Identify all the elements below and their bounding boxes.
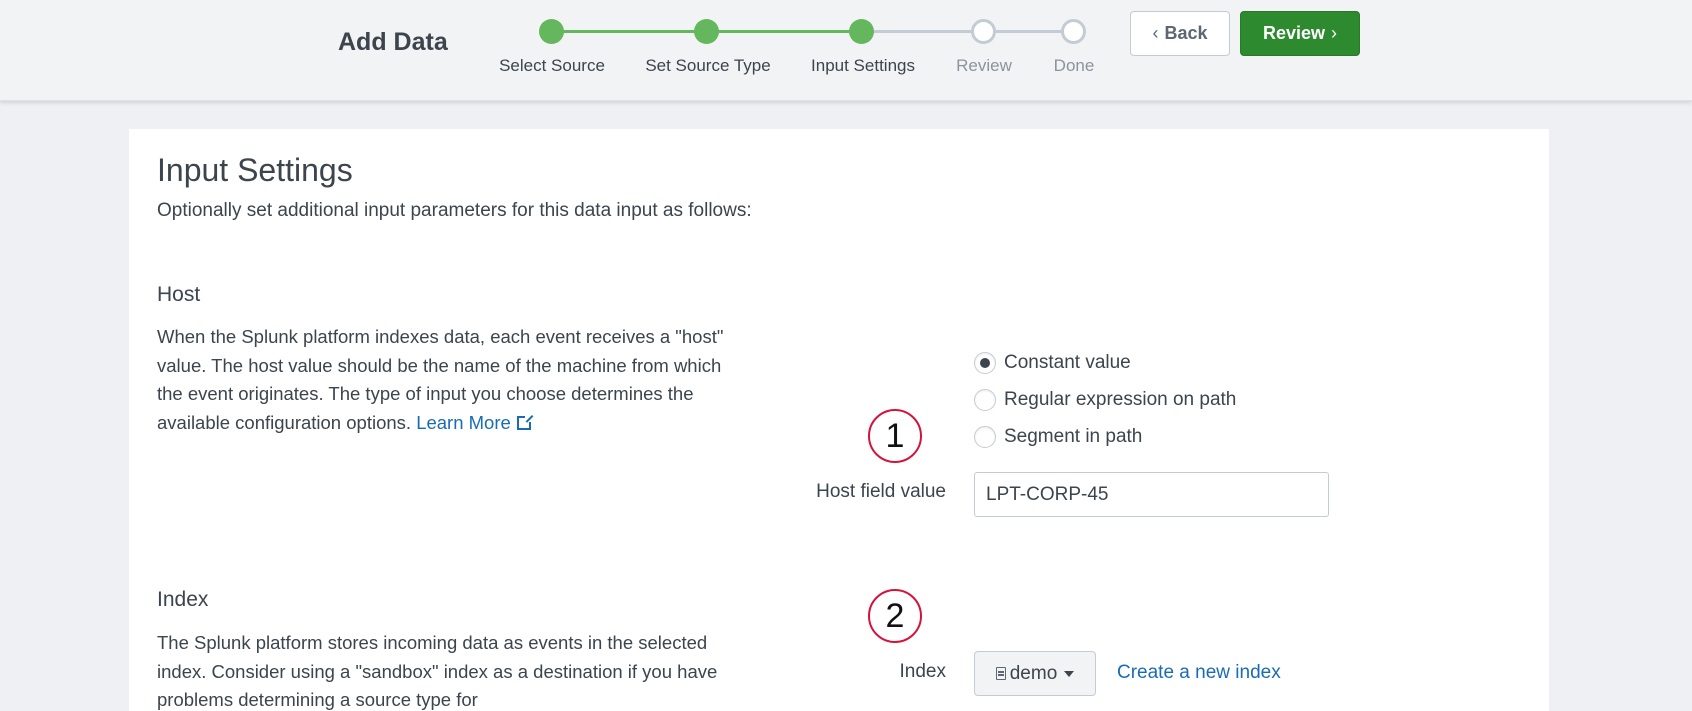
back-button[interactable]: ‹ Back bbox=[1130, 11, 1230, 56]
learn-more-link[interactable]: Learn More bbox=[416, 411, 533, 433]
index-description: The Splunk platform stores incoming data… bbox=[157, 632, 718, 710]
external-link-icon bbox=[516, 413, 533, 430]
host-option-segment-path[interactable]: Segment in path bbox=[974, 426, 1142, 448]
page-title: Input Settings bbox=[157, 152, 353, 188]
caret-down-icon bbox=[1064, 670, 1075, 677]
index-dropdown[interactable]: demo bbox=[974, 651, 1096, 696]
database-icon bbox=[995, 667, 1006, 680]
add-data-header: Add Data Select Source Set Source Type I… bbox=[0, 0, 1692, 101]
step-connector bbox=[552, 30, 710, 33]
index-field-label: Index bbox=[899, 661, 946, 682]
host-heading: Host bbox=[157, 283, 201, 306]
step-label-set-source-type: Set Source Type bbox=[645, 56, 771, 75]
host-field-input[interactable] bbox=[974, 472, 1329, 517]
step-dot-select-source bbox=[539, 19, 564, 44]
chevron-left-icon: ‹ bbox=[1152, 23, 1159, 43]
step-label-done: Done bbox=[1053, 56, 1095, 75]
step-dot-input-settings bbox=[849, 19, 874, 44]
review-button[interactable]: Review › bbox=[1240, 11, 1360, 56]
index-selected-value: demo bbox=[1009, 662, 1058, 684]
page-header-title: Add Data bbox=[338, 28, 448, 56]
host-option-regex-path[interactable]: Regular expression on path bbox=[974, 389, 1236, 411]
radio-button[interactable] bbox=[974, 389, 996, 411]
host-field-label: Host field value bbox=[816, 481, 946, 502]
radio-button[interactable] bbox=[974, 426, 996, 448]
host-option-constant-value[interactable]: Constant value bbox=[974, 352, 1131, 374]
radio-label: Regular expression on path bbox=[1004, 389, 1237, 410]
step-dot-set-source-type bbox=[694, 19, 719, 44]
learn-more-label: Learn More bbox=[416, 411, 511, 433]
step-dot-done bbox=[1061, 19, 1086, 44]
radio-label: Segment in path bbox=[1004, 426, 1143, 447]
create-new-index-link[interactable]: Create a new index bbox=[1117, 662, 1281, 684]
radio-label: Constant value bbox=[1004, 352, 1131, 373]
page-subtitle: Optionally set additional input paramete… bbox=[157, 200, 752, 221]
back-button-label: Back bbox=[1164, 23, 1208, 43]
host-description: When the Splunk platform indexes data, e… bbox=[157, 323, 727, 437]
step-label-select-source: Select Source bbox=[499, 56, 605, 75]
step-dot-review bbox=[971, 19, 996, 44]
annotation-badge-2: 2 bbox=[868, 589, 922, 643]
step-connector bbox=[710, 30, 868, 33]
annotation-badge-1: 1 bbox=[868, 409, 922, 463]
step-label-review: Review bbox=[956, 56, 1012, 75]
radio-button[interactable] bbox=[974, 352, 996, 374]
index-heading: Index bbox=[157, 588, 209, 611]
review-button-label: Review bbox=[1262, 23, 1326, 43]
chevron-right-icon: › bbox=[1331, 23, 1338, 43]
step-label-input-settings: Input Settings bbox=[811, 56, 915, 75]
